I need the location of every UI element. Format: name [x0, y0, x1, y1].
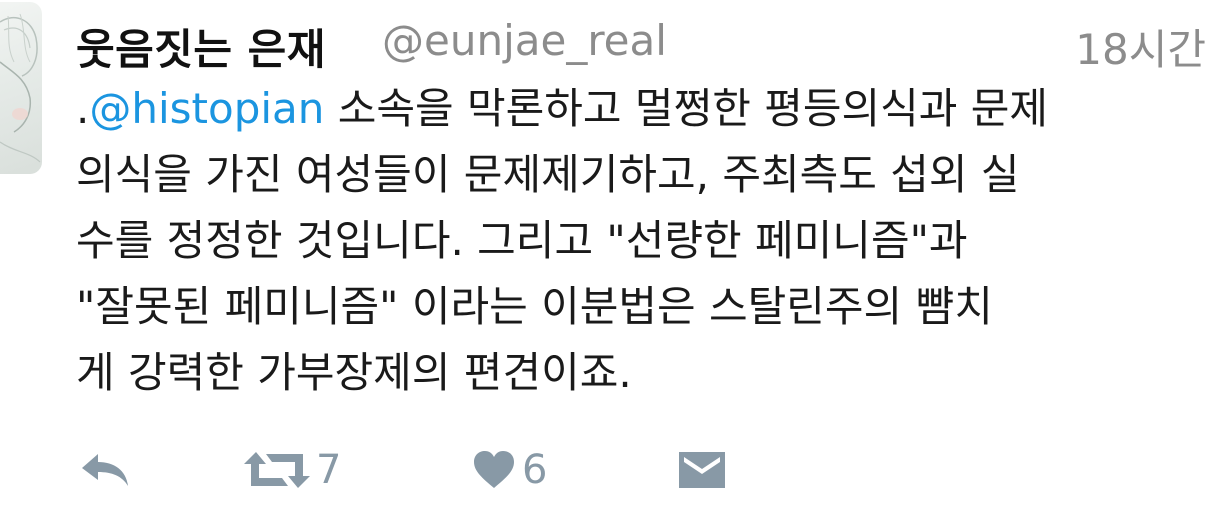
reply-icon [82, 454, 128, 486]
retweet-icon [244, 452, 310, 488]
heart-icon [474, 451, 514, 488]
tweet-text-segment: 소속을 막론하고 멀쩡한 평등의식과 문제 [324, 84, 1049, 133]
user-handle[interactable]: @eunjae_real [382, 16, 667, 65]
tweet-header: 웃음짓는 은재 @eunjae_real 18시간 [76, 10, 1206, 74]
like-button[interactable]: 6 [472, 440, 547, 500]
envelope-icon [679, 452, 725, 488]
tweet-text: .@histopian 소속을 막론하고 멀쩡한 평등의식과 문제 의식을 가진… [76, 76, 1206, 406]
reply-button[interactable] [78, 440, 132, 500]
tweet-text-line: 의식을 가진 여성들이 문제제기하고, 주최측도 섭외 실 [76, 150, 1020, 199]
avatar[interactable] [0, 2, 42, 174]
tweet-text-line: "잘못된 페미니즘" 이라는 이분법은 스탈린주의 뺨치 [76, 282, 993, 331]
tweet-text-line: 게 강력한 가부장제의 편견이죠. [76, 348, 632, 397]
tweet-text-line: 수를 정정한 것입니다. 그리고 "선량한 페미니즘"과 [76, 216, 968, 265]
direct-message-button[interactable] [678, 440, 726, 500]
retweet-count: 7 [316, 447, 342, 493]
timestamp[interactable]: 18시간 [1075, 16, 1206, 77]
tweet[interactable]: 웃음짓는 은재 @eunjae_real 18시간 .@histopian 소속… [0, 0, 1222, 509]
avatar-illustration [0, 13, 41, 163]
tweet-text-line: .@histopian 소속을 막론하고 멀쩡한 평등의식과 문제 [76, 76, 1206, 142]
leading-dot: . [76, 84, 90, 133]
display-name[interactable]: 웃음짓는 은재 [76, 16, 326, 77]
retweet-button[interactable]: 7 [244, 440, 341, 500]
tweet-actions: 7 6 [76, 440, 1076, 500]
mention-link[interactable]: @histopian [89, 84, 324, 133]
like-count: 6 [522, 447, 548, 493]
